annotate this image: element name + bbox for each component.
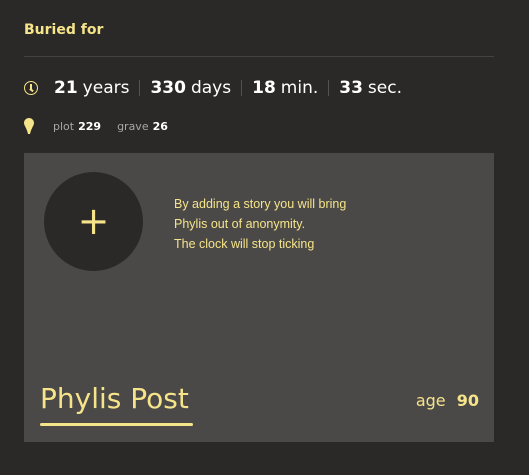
- elapsed-days-value: 330: [150, 78, 186, 98]
- elapsed-minutes: 18 min.: [252, 78, 318, 98]
- person-card: + By adding a story you will bring Phyli…: [24, 153, 494, 442]
- prompt-line: The clock will stop ticking: [174, 237, 315, 251]
- grave-location-row: plot 229 grave 26: [24, 117, 184, 135]
- plot-label: plot: [53, 119, 75, 133]
- plus-icon: +: [77, 199, 110, 243]
- elapsed-minutes-value: 18: [252, 78, 276, 98]
- clock-icon: [24, 81, 38, 95]
- prompt-line: By adding a story you will bring: [174, 197, 347, 211]
- page-title: Buried for: [24, 22, 104, 38]
- person-name[interactable]: Phylis Post: [40, 382, 189, 415]
- elapsed-years: 21 years: [54, 78, 129, 98]
- grave-label: grave: [117, 119, 149, 133]
- plot-value: 229: [78, 119, 102, 133]
- time-separator: [139, 80, 141, 96]
- elapsed-days-unit: days: [190, 78, 232, 98]
- elapsed-minutes-unit: min.: [280, 78, 319, 98]
- prompt-line: Phylis out of anonymity.: [174, 217, 306, 231]
- elapsed-seconds-value: 33: [339, 78, 363, 98]
- add-story-button[interactable]: +: [44, 172, 143, 271]
- time-separator: [328, 80, 330, 96]
- age-value: 90: [456, 391, 479, 410]
- time-separator: [241, 80, 243, 96]
- grave-value: 26: [152, 119, 168, 133]
- elapsed-time-row: 21 years 330 days 18 min. 33 sec.: [24, 75, 402, 101]
- person-age: age 90: [416, 391, 479, 410]
- elapsed-seconds: 33 sec.: [339, 78, 402, 98]
- elapsed-years-unit: years: [82, 78, 130, 98]
- header-divider: [24, 56, 494, 57]
- map-pin-icon: [24, 118, 34, 134]
- elapsed-days: 330 days: [150, 78, 231, 98]
- add-story-prompt: By adding a story you will bring Phylis …: [174, 194, 414, 254]
- age-label: age: [415, 391, 446, 410]
- elapsed-years-value: 21: [54, 78, 78, 98]
- person-name-underline: [40, 423, 193, 426]
- elapsed-seconds-unit: sec.: [367, 78, 402, 98]
